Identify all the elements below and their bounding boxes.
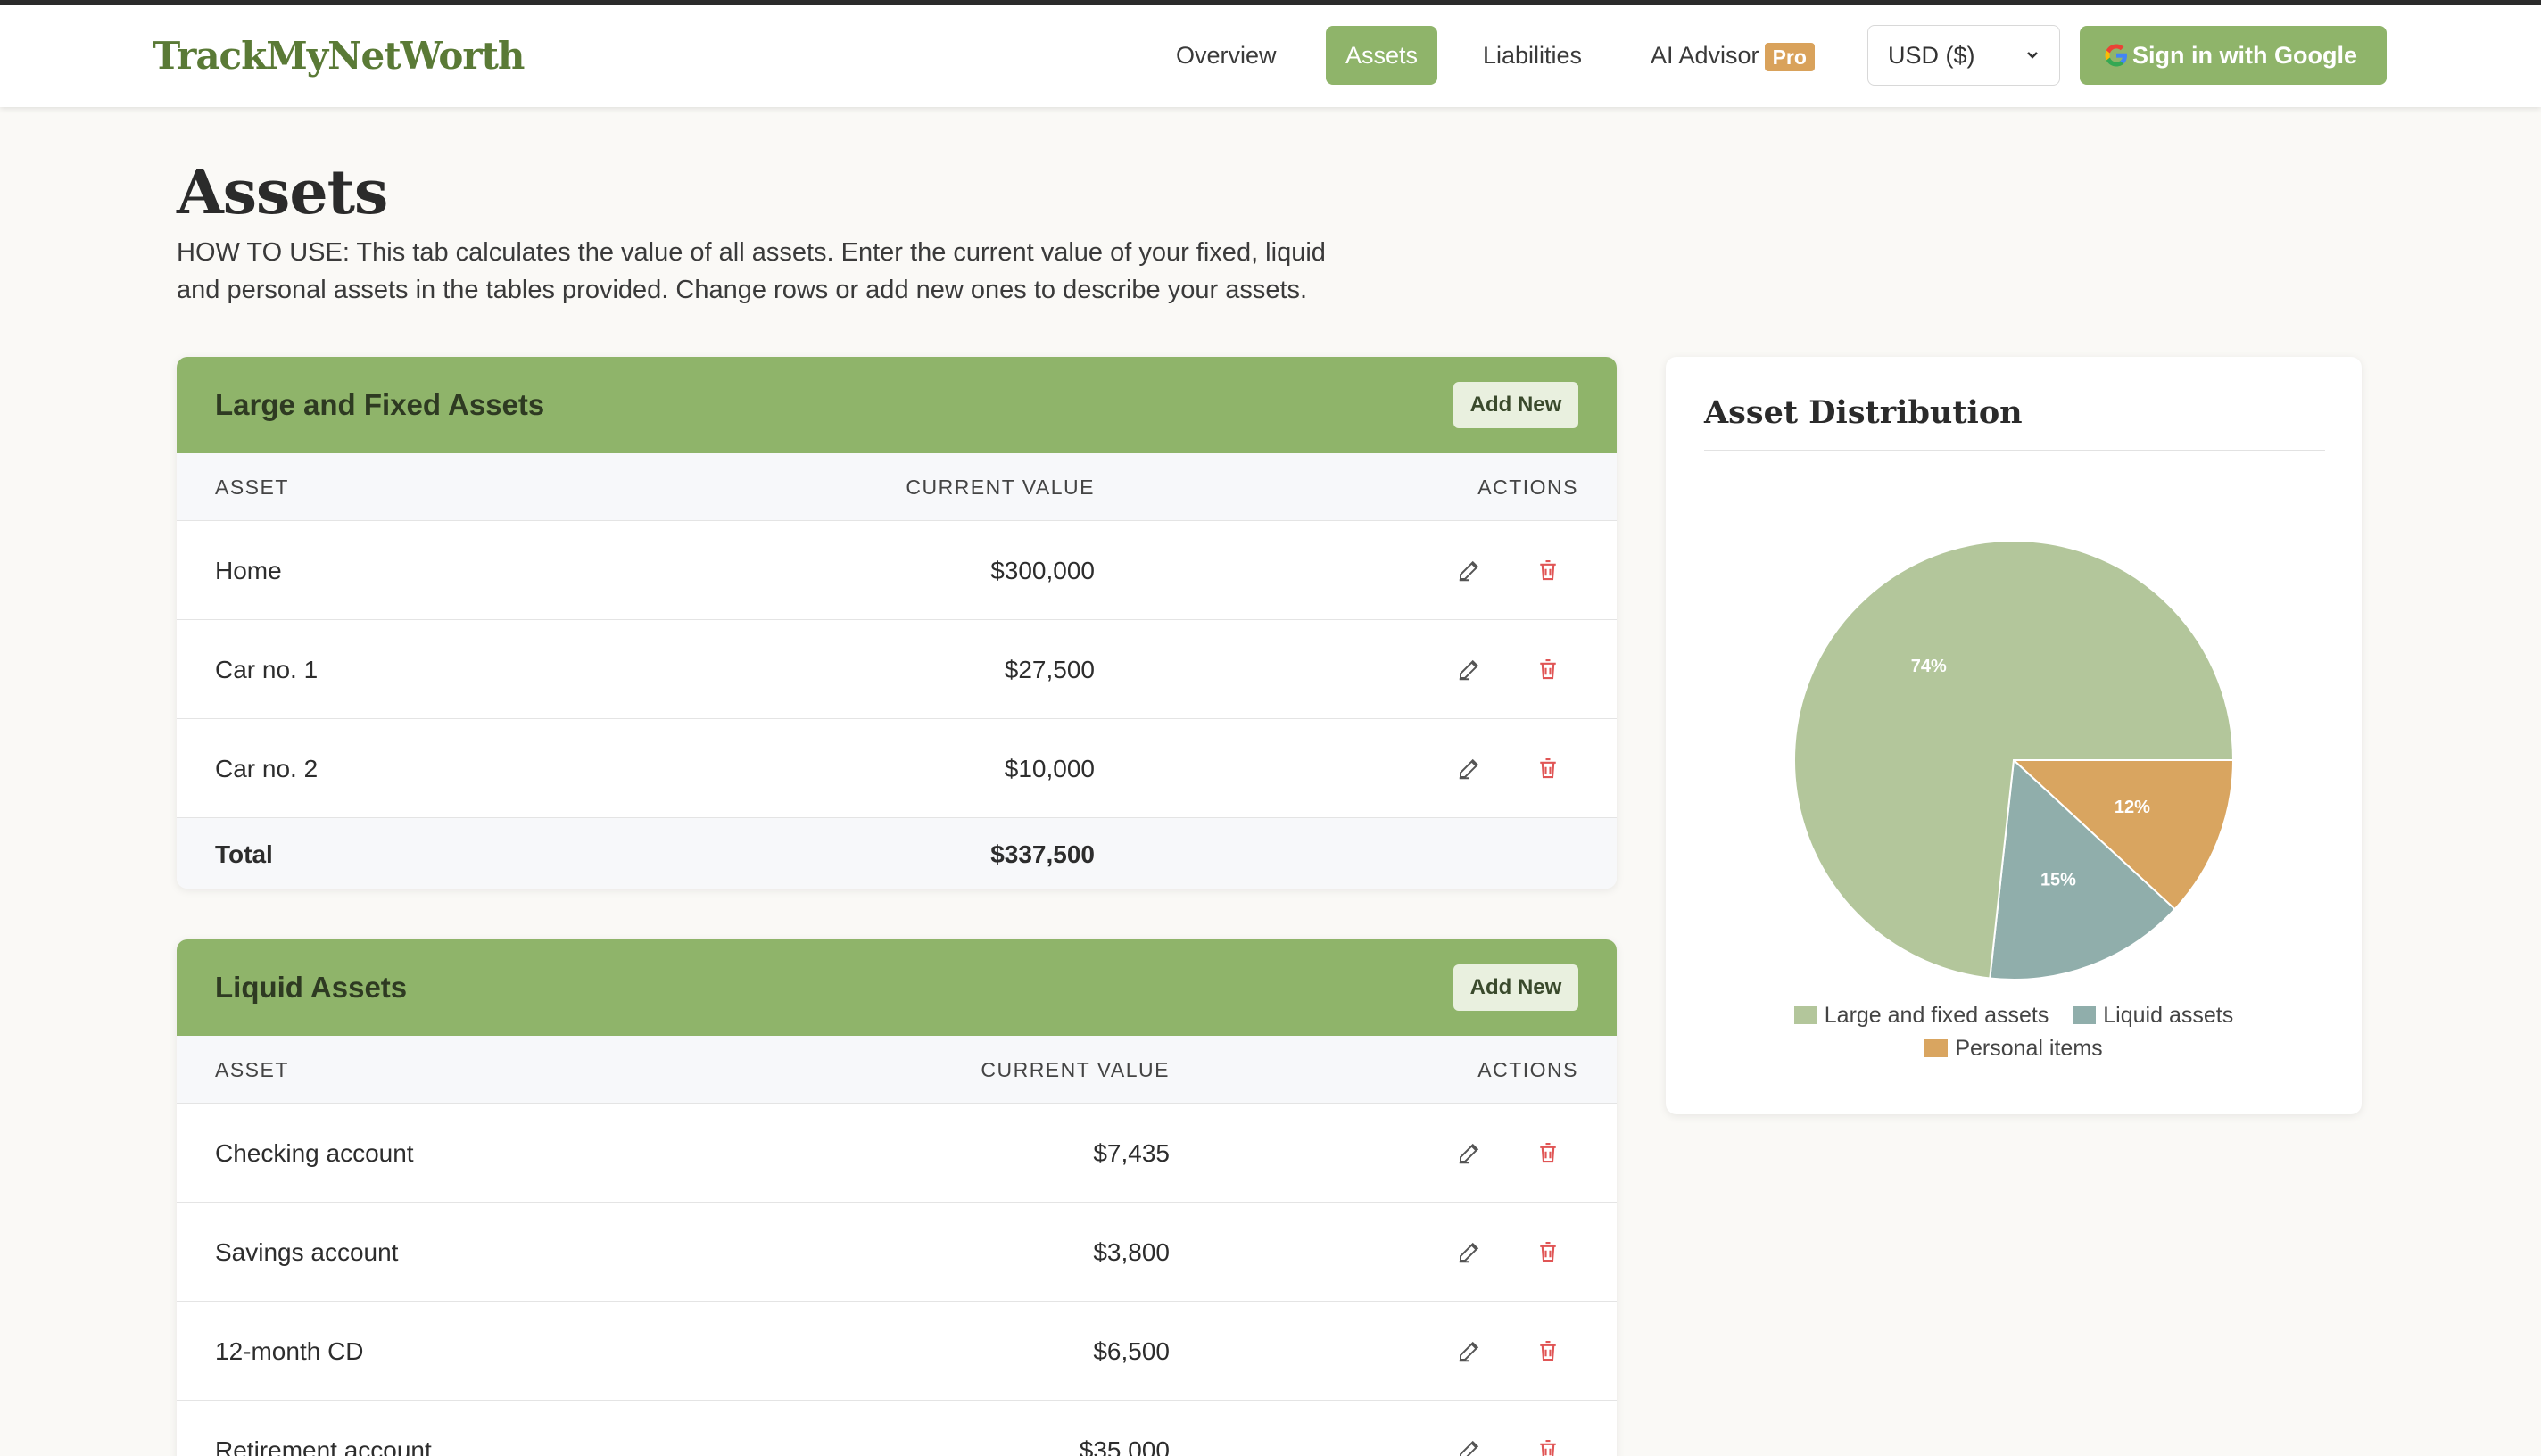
asset-name: Checking account: [215, 1139, 414, 1167]
legend-item-fixed[interactable]: Large and fixed assets: [1793, 1003, 2049, 1029]
asset-value: $300,000: [990, 557, 1095, 584]
nav-ai-advisor-label: AI Advisor: [1651, 42, 1759, 69]
edit-icon[interactable]: [1456, 755, 1483, 782]
total-row: Total $337,500: [177, 818, 1617, 889]
edit-icon[interactable]: [1456, 557, 1483, 583]
fixed-assets-header: Large and Fixed Assets Add New: [177, 357, 1617, 453]
asset-value: $3,800: [1093, 1238, 1170, 1266]
asset-distribution-card: Asset Distribution 12% 15% 74% Large and f…: [1666, 357, 2362, 1114]
total-value: $337,500: [990, 840, 1095, 868]
total-label: Total: [215, 840, 273, 868]
nav-assets[interactable]: Assets: [1326, 26, 1438, 85]
chart-legend-row-2: Personal items: [1666, 1036, 2362, 1062]
fixed-assets-card: Large and Fixed Assets Add New ASSET CUR…: [177, 357, 1617, 889]
asset-value: $27,500: [1004, 656, 1095, 683]
fixed-assets-title: Large and Fixed Assets: [215, 388, 545, 421]
col-actions: ACTIONS: [1477, 1058, 1578, 1081]
legend-swatch: [2073, 1006, 2097, 1024]
pro-badge: Pro: [1764, 42, 1815, 71]
asset-name: Retirement account: [215, 1436, 432, 1456]
brand-logo[interactable]: TrackMyNetWorth: [153, 34, 525, 78]
liquid-assets-card: Liquid Assets Add New ASSET CURRENT VALU…: [177, 939, 1617, 1456]
table-header: ASSET CURRENT VALUE ACTIONS: [177, 1036, 1617, 1104]
chevron-down-icon: [2025, 26, 2040, 109]
legend-item-personal[interactable]: Personal items: [1924, 1036, 2103, 1062]
trash-icon[interactable]: [1535, 1436, 1561, 1456]
asset-name: Home: [215, 557, 282, 584]
table-row: 12-month CD $6,500: [177, 1302, 1617, 1401]
col-asset: ASSET: [215, 476, 289, 499]
asset-name: Savings account: [215, 1238, 399, 1266]
trash-icon[interactable]: [1535, 557, 1561, 583]
nav-liabilities[interactable]: Liabilities: [1463, 26, 1602, 85]
col-current-value: CURRENT VALUE: [906, 476, 1095, 499]
how-to-line-2: and personal assets in the tables provid…: [177, 276, 1308, 304]
edit-icon[interactable]: [1456, 656, 1483, 682]
edit-icon[interactable]: [1456, 1337, 1483, 1364]
legend-item-liquid[interactable]: Liquid assets: [2073, 1003, 2233, 1029]
asset-name: Car no. 1: [215, 656, 319, 683]
edit-icon[interactable]: [1456, 1139, 1483, 1166]
pie-label-fixed: 74%: [1911, 657, 1947, 676]
top-nav-bar: TrackMyNetWorth Overview Assets Liabilit…: [0, 5, 2541, 107]
liquid-assets-title: Liquid Assets: [215, 971, 408, 1004]
asset-name: 12-month CD: [215, 1337, 364, 1365]
legend-label: Large and fixed assets: [1824, 1003, 2049, 1028]
trash-icon[interactable]: [1535, 1139, 1561, 1166]
table-header: ASSET CURRENT VALUE ACTIONS: [177, 453, 1617, 521]
fixed-add-new-button[interactable]: Add New: [1453, 382, 1578, 428]
asset-value: $6,500: [1093, 1337, 1170, 1365]
liquid-assets-header: Liquid Assets Add New: [177, 939, 1617, 1036]
legend-label: Personal items: [1955, 1036, 2103, 1061]
col-asset: ASSET: [215, 1058, 289, 1081]
pie-label-liquid: 15%: [2040, 871, 2076, 890]
pie-chart: 12% 15% 74%: [1793, 540, 2235, 980]
legend-swatch: [1793, 1006, 1817, 1024]
table-row: Retirement account $35,000: [177, 1401, 1617, 1456]
col-actions: ACTIONS: [1477, 476, 1578, 499]
pie-label-personal: 12%: [2115, 798, 2150, 817]
asset-value: $35,000: [1079, 1436, 1170, 1456]
trash-icon[interactable]: [1535, 1337, 1561, 1364]
how-to-text: HOW TO USE: This tab calculates the valu…: [177, 234, 1426, 309]
legend-swatch: [1924, 1039, 1949, 1057]
edit-icon[interactable]: [1456, 1238, 1483, 1265]
col-current-value: CURRENT VALUE: [981, 1058, 1170, 1081]
nav-ai-advisor[interactable]: AI Advisor Pro: [1631, 26, 1834, 85]
currency-select[interactable]: USD ($): [1867, 25, 2060, 86]
liquid-add-new-button[interactable]: Add New: [1453, 964, 1578, 1011]
chart-legend-row-1: Large and fixed assets Liquid assets: [1666, 1003, 2362, 1029]
how-to-line-1: HOW TO USE: This tab calculates the valu…: [177, 238, 1326, 267]
trash-icon[interactable]: [1535, 1238, 1561, 1265]
trash-icon[interactable]: [1535, 755, 1561, 782]
currency-value: USD ($): [1888, 42, 1975, 69]
table-row: Home $300,000: [177, 521, 1617, 620]
asset-value: $7,435: [1093, 1139, 1170, 1167]
asset-name: Car no. 2: [215, 755, 319, 782]
edit-icon[interactable]: [1456, 1436, 1483, 1456]
table-row: Car no. 2 $10,000: [177, 719, 1617, 818]
legend-label: Liquid assets: [2103, 1003, 2234, 1028]
table-row: Savings account $3,800: [177, 1203, 1617, 1302]
google-icon: [2105, 44, 2127, 67]
nav-overview[interactable]: Overview: [1156, 26, 1296, 85]
table-row: Car no. 1 $27,500: [177, 620, 1617, 719]
sign-in-google-button[interactable]: Sign in with Google: [2080, 26, 2387, 85]
sign-in-label: Sign in with Google: [2132, 42, 2357, 69]
trash-icon[interactable]: [1535, 656, 1561, 682]
table-row: Checking account $7,435: [177, 1104, 1617, 1203]
asset-value: $10,000: [1004, 755, 1095, 782]
page-title: Assets: [177, 157, 388, 228]
